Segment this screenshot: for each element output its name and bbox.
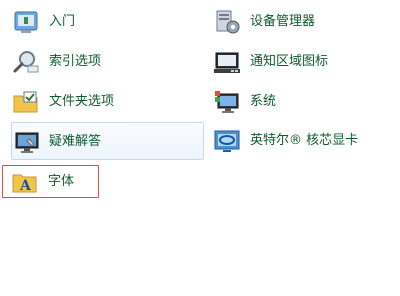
fonts-icon: A [11,169,39,195]
system-icon [213,89,241,115]
item-label: 文件夹选项 [49,94,115,109]
control-panel-items: 入门 设备管理器 索引选项 通知区域图标 文件夹选项 系统 疑难解答 英特尔® … [0,0,400,296]
item-label: 入门 [49,14,76,29]
item-label: 疑难解答 [49,134,102,149]
intel-graphics-icon [213,128,241,154]
item-label: 系统 [250,94,277,109]
folder-options-icon [12,89,40,115]
indexing-options-icon [12,49,40,75]
item-label: 索引选项 [49,54,102,69]
item-label: 通知区域图标 [250,54,329,69]
item-getting-started[interactable]: 入门 [2,4,202,40]
item-indexing-options[interactable]: 索引选项 [2,44,202,80]
item-label: 英特尔® 核芯显卡 [250,133,359,148]
item-system[interactable]: 系统 [203,84,393,120]
item-troubleshooting[interactable]: 疑难解答 [11,122,204,160]
getting-started-icon [12,9,40,35]
troubleshooting-icon [13,129,41,155]
item-notification-area-icons[interactable]: 通知区域图标 [203,44,393,80]
item-intel-graphics[interactable]: 英特尔® 核芯显卡 [203,123,393,159]
item-label: 字体 [48,174,75,189]
notification-area-icons-icon [213,49,241,75]
item-label: 设备管理器 [250,14,316,29]
item-folder-options[interactable]: 文件夹选项 [2,84,202,120]
svg-text:A: A [19,178,32,194]
item-fonts[interactable]: A 字体 [2,165,99,198]
item-device-manager[interactable]: 设备管理器 [203,4,393,40]
device-manager-icon [213,9,241,35]
